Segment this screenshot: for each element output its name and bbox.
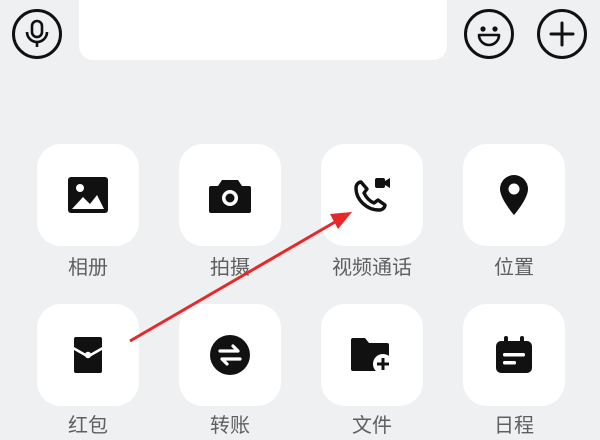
red-packet-label: 红包 (68, 413, 108, 437)
file-label: 文件 (352, 413, 392, 437)
album-label: 相册 (68, 255, 108, 279)
camera-label: 拍摄 (210, 255, 250, 279)
file-button[interactable] (321, 304, 423, 406)
plus-icon (549, 21, 575, 47)
red-packet-button[interactable] (37, 304, 139, 406)
microphone-icon (25, 19, 49, 47)
calendar-icon (496, 336, 532, 373)
image-icon (68, 177, 108, 213)
video-call-label: 视频通话 (332, 255, 412, 279)
more-functions-button[interactable] (537, 9, 587, 59)
video-call-icon (354, 178, 390, 212)
schedule-button[interactable] (463, 304, 565, 406)
emoji-button[interactable] (464, 9, 514, 59)
camera-icon (209, 180, 251, 213)
location-label: 位置 (494, 255, 534, 279)
camera-button[interactable] (179, 144, 281, 246)
smiley-icon (477, 26, 501, 47)
video-call-button[interactable] (321, 144, 423, 246)
folder-add-icon (351, 338, 393, 374)
transfer-icon (210, 335, 250, 375)
location-button[interactable] (463, 144, 565, 246)
voice-input-button[interactable] (12, 9, 62, 59)
transfer-button[interactable] (179, 304, 281, 406)
location-pin-icon (500, 175, 528, 215)
transfer-label: 转账 (210, 413, 250, 437)
album-button[interactable] (37, 144, 139, 246)
chat-input-toolbar (0, 0, 600, 64)
schedule-label: 日程 (494, 413, 534, 437)
message-input[interactable] (79, 0, 447, 60)
red-envelope-icon (74, 337, 102, 373)
